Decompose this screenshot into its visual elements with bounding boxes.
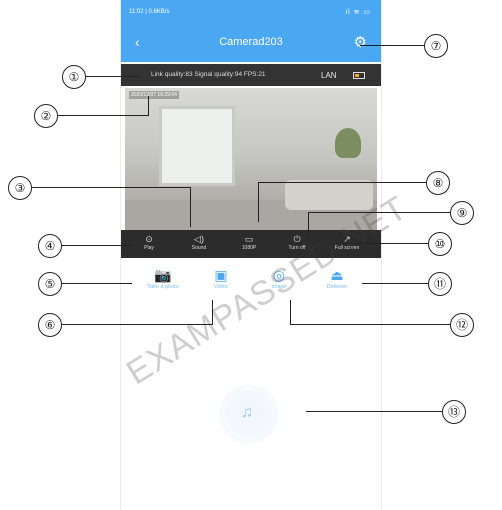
app-bar: ‹ Camerad203 ⚙ [121,24,381,62]
callout-11: ⑪ [428,272,452,296]
play-button[interactable]: ⊙ Play [129,233,169,251]
info-bar: Link quality:83 Signal quality:94 FPS:21… [121,64,381,86]
play-icon: ⊙ [145,234,153,244]
callout-line-2-v [148,96,149,116]
link-stats: Link quality:83 Signal quality:94 FPS:21 [151,71,266,78]
callout-line-3-v [190,187,191,227]
video-plant [335,128,361,158]
callout-line-8 [258,182,426,183]
sound-button[interactable]: ◁) Sound [179,233,219,251]
play-label: Play [144,245,154,251]
callout-line-5 [62,283,132,284]
callout-line-2 [58,115,148,116]
take-photo-label: Take a photo [147,284,179,290]
callout-line-7 [360,45,424,46]
callout-3: ③ [8,176,32,200]
status-icons: il ≋ ▭ [345,9,371,16]
gear-icon[interactable]: ⚙ [354,33,367,51]
sound-label: Sound [191,245,207,251]
callout-6: ⑥ [38,313,62,337]
callout-4: ④ [38,234,62,258]
callout-9: ⑨ [450,201,474,225]
callout-line-8-v [258,182,259,222]
callout-line-1 [84,76,140,77]
callout-1: ① [62,65,86,89]
camera-icon: 📷 [154,267,172,283]
page-title: Camerad203 [219,36,283,48]
callout-8: ⑧ [426,171,450,195]
resolution-icon: ▭ [244,234,254,244]
network-type: LAN [321,71,337,80]
video-window [159,106,235,186]
callout-13: ⑬ [442,400,466,424]
status-time: 11:02 | 0.6KB/s [129,9,170,15]
status-bar: 11:02 | 0.6KB/s il ≋ ▭ [121,0,381,24]
resolution-label: 1080P [241,245,257,251]
video-record-icon: ▣ [214,267,228,283]
resolution-button[interactable]: ▭ 1080P [229,233,269,251]
callout-12: ⑫ [450,313,474,337]
defense-label: Defense [326,284,348,290]
speaker-icon: ◁) [194,234,204,244]
callout-line-12-v [290,300,291,325]
video-sofa [285,180,373,210]
callout-line-9-v [308,212,309,238]
callout-line-12 [290,324,450,325]
battery-icon [353,72,365,79]
callout-10: ⑩ [428,232,452,256]
callout-2: ② [34,104,58,128]
take-photo-button[interactable]: 📷 Take a photo [135,266,191,290]
video-timestamp: 2020/12/07 16:29:04 [129,91,179,99]
callout-line-11 [362,283,428,284]
callout-line-3 [30,187,190,188]
talk-button[interactable]: ♫ [219,384,279,444]
callout-7: ⑦ [424,34,448,58]
microphone-icon: ♫ [241,404,253,421]
callout-line-4 [62,245,132,246]
callout-5: ⑤ [38,272,62,296]
video-view[interactable]: 2020/12/07 16:29:04 [125,88,377,230]
callout-line-13 [306,411,442,412]
